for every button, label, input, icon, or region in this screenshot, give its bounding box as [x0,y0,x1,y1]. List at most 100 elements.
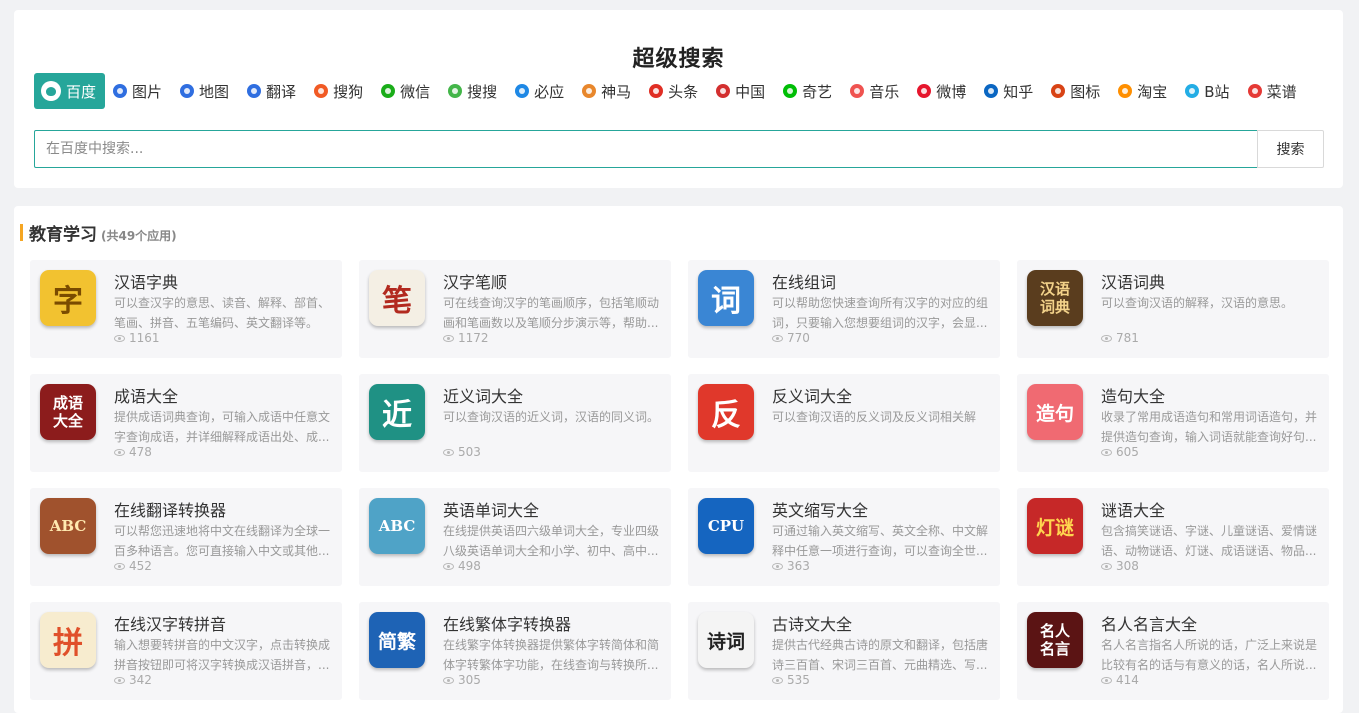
super-search-panel: 超级搜索 百度 图片 地图 翻译 搜狗 微信 搜搜 必应 神马 头条 中国 奇艺 音乐 微博 知乎 图标 淘宝 B… [14,10,1343,188]
app-card[interactable]: 诗词 古诗文大全 提供古代经典古诗的原文和翻译，包括唐诗三百首、宋词三百首、元曲精选… [688,602,1000,700]
recipe-icon [1247,84,1262,98]
app-card[interactable]: ABC 在线翻译转换器 可以帮您迅速地将中文在线翻译为全球一百多种语言。您可直接输入… [30,488,342,586]
engine-tab[interactable]: 搜狗 [306,73,373,109]
app-name[interactable]: 反义词大全 [772,383,852,407]
engine-tab[interactable]: 音乐 [842,73,909,109]
translator-device-icon: ABC [40,498,96,554]
engine-tab-label: 菜谱 [1266,82,1297,101]
app-card[interactable]: 造句 造句大全 收录了常用成语造句和常用词语造句，并提供造句查询，输入词语就能查询好… [1017,374,1329,472]
app-card[interactable]: 拼在线汉字转拼音 输入想要转拼音的中文汉字，点击转换成拼音按钮即可将汉字转换成汉语… [30,602,342,700]
eye-icon [1101,676,1112,684]
app-card[interactable]: 成语大全 成语大全 提供成语词典查询，可输入成语中任意文字查询成语，并详细解释成语出… [30,374,342,472]
baidu-paw-icon [180,84,195,98]
category-heading: 教育学习 (共49个应用) [20,220,177,245]
app-description: 可以查询汉语的反义词及反义词相关解 [772,410,977,424]
search-button[interactable]: 搜索 [1257,130,1324,168]
app-description: 可以查汉字的意思、读音、解释、部首、笔画、拼音、五笔编码、英文翻译等。 [114,296,331,330]
category-app-count: (共49个应用) [101,229,177,243]
engine-tab[interactable]: 微信 [373,73,440,109]
app-card[interactable]: 笔汉字笔顺 可在线查询汉字的笔画顺序，包括笔顺动画和笔画数以及笔顺分步演示等，帮助… [359,260,671,358]
engine-tab-label: 神马 [601,82,632,101]
icon-library-icon [1051,84,1066,98]
app-view-count: 1172 [443,331,489,345]
wechat-icon [381,84,396,98]
eye-icon [443,676,454,684]
engine-tab-label: 必应 [534,82,565,101]
app-name[interactable]: 英语单词大全 [443,497,539,521]
app-card[interactable]: 名人名言 名人名言大全 名人名言指名人所说的话，广泛上来说是比较有名的话与有意义的话… [1017,602,1329,700]
engine-tab[interactable]: B站 [1177,73,1239,109]
eye-icon [114,334,125,342]
view-count-value: 535 [787,673,810,687]
view-count-value: 605 [1116,445,1139,459]
search-input[interactable] [34,130,1258,168]
app-description: 提供成语词典查询，可输入成语中任意文字查询成语，并详细解释成语出处、成... [114,410,331,444]
app-name[interactable]: 汉语字典 [114,269,178,293]
engine-tab[interactable]: 知乎 [976,73,1043,109]
engine-tab[interactable]: 中国 [708,73,775,109]
app-description: 可以查询汉语的解释，汉语的意思。 [1101,296,1294,310]
engine-tab[interactable]: 必应 [507,73,574,109]
category-title: 教育学习 [29,225,97,245]
app-name[interactable]: 汉语词典 [1101,269,1165,293]
app-view-count: 363 [772,559,810,573]
app-card[interactable]: 简繁 在线繁体字转换器 在线繁字体转换器提供繁体字转简体和简体字转繁体字功能，在线查… [359,602,671,700]
engine-tab[interactable]: 头条 [641,73,708,109]
engine-tab[interactable]: 淘宝 [1110,73,1177,109]
app-card[interactable]: 词在线组词 可以帮助您快速查询所有汉字的对应的组词，只要输入您想要组词的汉字，会显… [688,260,1000,358]
app-name[interactable]: 近义词大全 [443,383,523,407]
idiom-book-icon: 成语大全 [40,384,96,440]
app-name[interactable]: 在线组词 [772,269,836,293]
engine-tab-label: 地图 [199,82,230,101]
brush-calligraphy-icon: 笔 [369,270,425,326]
app-name[interactable]: 谜语大全 [1101,497,1165,521]
lantern-riddle-icon: 灯谜 [1027,498,1083,554]
engine-tab[interactable]: 图片 [105,73,172,109]
engine-tab[interactable]: 地图 [172,73,239,109]
app-name[interactable]: 在线翻译转换器 [114,497,226,521]
app-view-count: 305 [443,673,481,687]
app-card[interactable]: 反反义词大全 可以查询汉语的反义词及反义词相关解 [688,374,1000,472]
engine-tab[interactable]: 神马 [574,73,641,109]
eye-icon [443,448,454,456]
engine-tab[interactable]: 翻译 [239,73,306,109]
weibo-icon [917,84,932,98]
app-name[interactable]: 在线汉字转拼音 [114,611,226,635]
music-icon [850,84,865,98]
engine-tab[interactable]: 图标 [1043,73,1110,109]
engine-tab[interactable]: 奇艺 [775,73,842,109]
app-card[interactable]: ABC 英语单词大全 在线提供英语四六级单词大全，专业四级八级英语单词大全和小学、初… [359,488,671,586]
view-count-value: 478 [129,445,152,459]
view-count-value: 503 [458,445,481,459]
app-name[interactable]: 造句大全 [1101,383,1165,407]
eye-icon [114,448,125,456]
abbreviation-cpu-icon: CPU [698,498,754,554]
engine-tab-label: 百度 [66,82,97,101]
app-card[interactable]: CPU 英文缩写大全 可通过输入英文缩写、英文全称、中文解释中任意一项进行查询，可以… [688,488,1000,586]
app-name[interactable]: 汉字笔顺 [443,269,507,293]
engine-tab-label: 音乐 [869,82,900,101]
app-description: 包含搞笑谜语、字谜、儿童谜语、爱情谜语、动物谜语、灯谜、成语谜语、物品... [1101,524,1318,558]
famous-quotes-icon: 名人名言 [1027,612,1083,668]
app-card[interactable]: 近近义词大全 可以查询汉语的近义词，汉语的同义词。 503 [359,374,671,472]
chinaso-icon [716,84,731,98]
app-card[interactable]: 汉语词典 汉语词典 可以查询汉语的解释，汉语的意思。 781 [1017,260,1329,358]
engine-tab[interactable]: 菜谱 [1240,73,1307,109]
eye-icon [1101,334,1112,342]
app-name[interactable]: 英文缩写大全 [772,497,868,521]
app-name[interactable]: 成语大全 [114,383,178,407]
app-name[interactable]: 名人名言大全 [1101,611,1197,635]
view-count-value: 770 [787,331,810,345]
engine-tab[interactable]: 百度 [34,73,106,109]
app-name[interactable]: 在线繁体字转换器 [443,611,571,635]
app-view-count: 414 [1101,673,1139,687]
app-description: 在线繁字体转换器提供繁体字转简体和简体字转繁体字功能，在线查询与转换所... [443,638,660,672]
engine-tab-label: 奇艺 [802,82,833,101]
engine-tab[interactable]: 搜搜 [440,73,507,109]
app-card[interactable]: 灯谜 谜语大全包含搞笑谜语、字谜、儿童谜语、爱情谜语、动物谜语、灯谜、成语谜语、物… [1017,488,1329,586]
engine-tab[interactable]: 微博 [909,73,976,109]
app-name[interactable]: 古诗文大全 [772,611,852,635]
app-card[interactable]: 字汉语字典 可以查汉字的意思、读音、解释、部首、笔画、拼音、五笔编码、英文翻译等。… [30,260,342,358]
engine-tab-label: 中国 [735,82,766,101]
baidu-paw-icon [113,84,128,98]
